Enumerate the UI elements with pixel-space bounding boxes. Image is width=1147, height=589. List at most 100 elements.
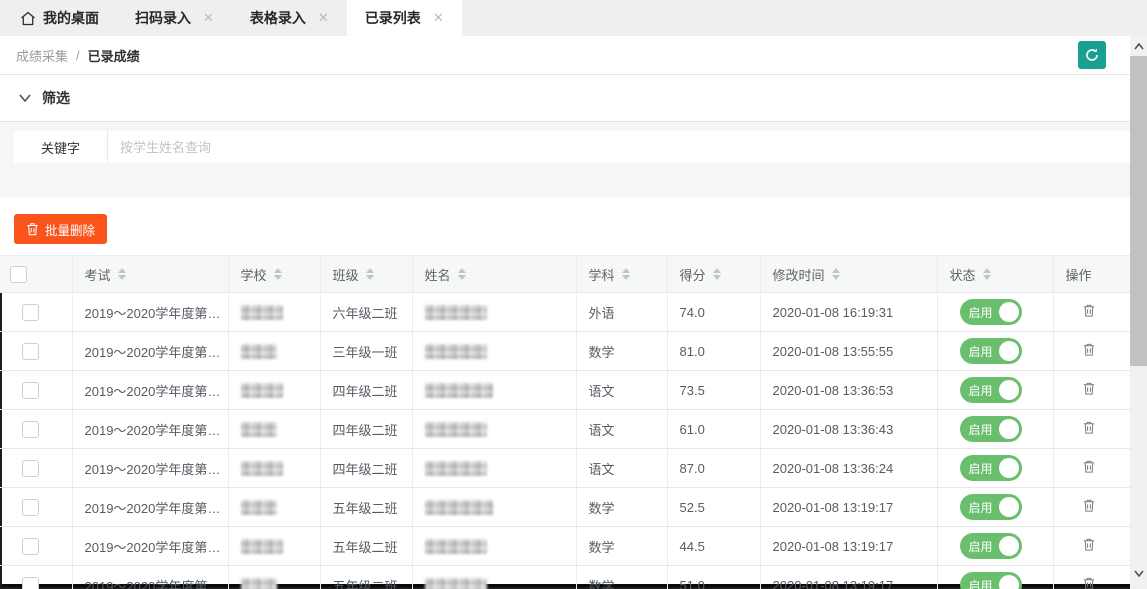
keyword-input[interactable] [107,131,1133,163]
scroll-up-arrow-icon[interactable] [1130,38,1147,55]
breadcrumb: 成绩采集 / 已录成绩 [0,36,1147,75]
column-header-modified[interactable]: 修改时间 [760,256,937,293]
censored-name-text [425,461,487,476]
column-header-subject[interactable]: 学科 [576,256,667,293]
delete-row-button[interactable] [1080,574,1098,589]
tab-1[interactable]: 扫码录入✕ [117,0,232,36]
cell-school [228,410,320,449]
status-toggle[interactable]: 启用 [960,338,1022,364]
status-toggle[interactable]: 启用 [960,299,1022,325]
status-toggle[interactable]: 启用 [960,494,1022,520]
delete-row-button[interactable] [1080,418,1098,440]
breadcrumb-section[interactable]: 成绩采集 [16,46,68,65]
sort-icon[interactable] [274,268,282,280]
close-icon[interactable]: ✕ [318,10,329,26]
filter-collapse-header[interactable]: 筛选 [0,75,1147,121]
delete-row-button[interactable] [1080,340,1098,362]
row-checkbox[interactable] [22,499,39,516]
close-icon[interactable]: ✕ [433,10,444,26]
row-checkbox[interactable] [22,577,39,589]
row-checkbox[interactable] [22,304,39,321]
select-all-checkbox[interactable] [10,266,27,283]
row-checkbox[interactable] [22,538,39,555]
toggle-knob [999,380,1019,400]
delete-row-button[interactable] [1080,496,1098,518]
tab-label: 我的桌面 [43,8,99,28]
delete-row-button[interactable] [1080,301,1098,323]
cell-school [228,371,320,410]
status-toggle[interactable]: 启用 [960,416,1022,442]
batch-delete-button[interactable]: 批量删除 [14,214,107,244]
close-icon[interactable]: ✕ [203,10,214,26]
column-header-score[interactable]: 得分 [667,256,760,293]
sort-icon[interactable] [118,268,126,280]
cell-exam: 2019～2020学年度第一... [72,293,228,332]
row-checkbox[interactable] [22,460,39,477]
delete-row-button[interactable] [1080,535,1098,557]
tab-desktop[interactable]: 我的桌面 [2,0,117,36]
sort-icon[interactable] [713,268,721,280]
cell-class: 五年级二班 [320,527,412,566]
tab-2[interactable]: 表格录入 ✕ [232,0,347,36]
column-header-actions: 操作 [1053,256,1130,293]
chevron-down-icon [18,93,32,103]
row-checkbox[interactable] [22,421,39,438]
sort-icon[interactable] [366,268,374,280]
status-toggle[interactable]: 启用 [960,455,1022,481]
sort-icon[interactable] [458,268,466,280]
cell-actions [1053,410,1130,449]
status-toggle[interactable]: 启用 [960,377,1022,403]
vertical-scrollbar[interactable] [1130,36,1147,589]
status-toggle[interactable]: 启用 [960,572,1022,589]
cell-actions [1053,332,1130,371]
censored-school-text [241,578,277,589]
table-row: 2019～2020学年度第一...五年级二班数学44.52020-01-08 1… [0,527,1130,566]
column-header-class[interactable]: 班级 [320,256,412,293]
column-header-status[interactable]: 状态 [937,256,1053,293]
status-toggle[interactable]: 启用 [960,533,1022,559]
toggle-knob [999,497,1019,517]
table-header: 考试学校班级 姓名学科得分 修改时间状态 操作 [0,256,1130,293]
table-row: 2019～2020学年度第一...五年级二班数学52.52020-01-08 1… [0,488,1130,527]
cell-class: 五年级二班 [320,566,412,589]
cell-class: 四年级二班 [320,410,412,449]
cell-exam: 2019～2020学年度第一... [72,449,228,488]
column-header-school[interactable]: 学校 [228,256,320,293]
delete-row-button[interactable] [1080,379,1098,401]
censored-school-text [241,344,277,359]
sort-icon[interactable] [622,268,630,280]
row-checkbox[interactable] [22,382,39,399]
trash-icon [1082,576,1096,589]
cell-score: 61.0 [667,410,760,449]
breadcrumb-separator: / [76,48,80,63]
column-label: 班级 [333,265,359,284]
scrollbar-thumb[interactable] [1130,56,1147,366]
breadcrumb-current-page: 已录成绩 [88,46,140,65]
sort-icon[interactable] [983,268,991,280]
column-label: 得分 [680,265,706,284]
cell-modified-time: 2020-01-08 16:19:31 [760,293,937,332]
column-label: 状态 [950,265,976,284]
cell-exam: 2019～2020学年度第一... [72,527,228,566]
trash-icon [1082,537,1096,555]
trash-icon [1082,420,1096,438]
column-label: 操作 [1066,265,1092,284]
scroll-down-arrow-icon[interactable] [1130,565,1147,582]
cell-school [228,449,320,488]
tabbar: 我的桌面扫码录入✕表格录入✕已录列表✕ [0,0,1147,36]
toggle-knob [999,302,1019,322]
delete-row-button[interactable] [1080,457,1098,479]
row-checkbox[interactable] [22,343,39,360]
table-row: 2019～2020学年度第一...四年级二班语文87.02020-01-08 1… [0,449,1130,488]
toggle-knob [999,458,1019,478]
column-header-exam[interactable]: 考试 [72,256,228,293]
status-toggle-label: 启用 [969,499,993,516]
column-header-name[interactable]: 姓名 [412,256,576,293]
sort-icon[interactable] [832,268,840,280]
cell-status: 启用 [937,293,1053,332]
refresh-button[interactable] [1078,41,1106,69]
tab-label: 表格录入 [250,8,306,28]
censored-school-text [241,422,277,437]
tab-3[interactable]: 已录列表✕ [347,0,462,36]
cell-status: 启用 [937,449,1053,488]
